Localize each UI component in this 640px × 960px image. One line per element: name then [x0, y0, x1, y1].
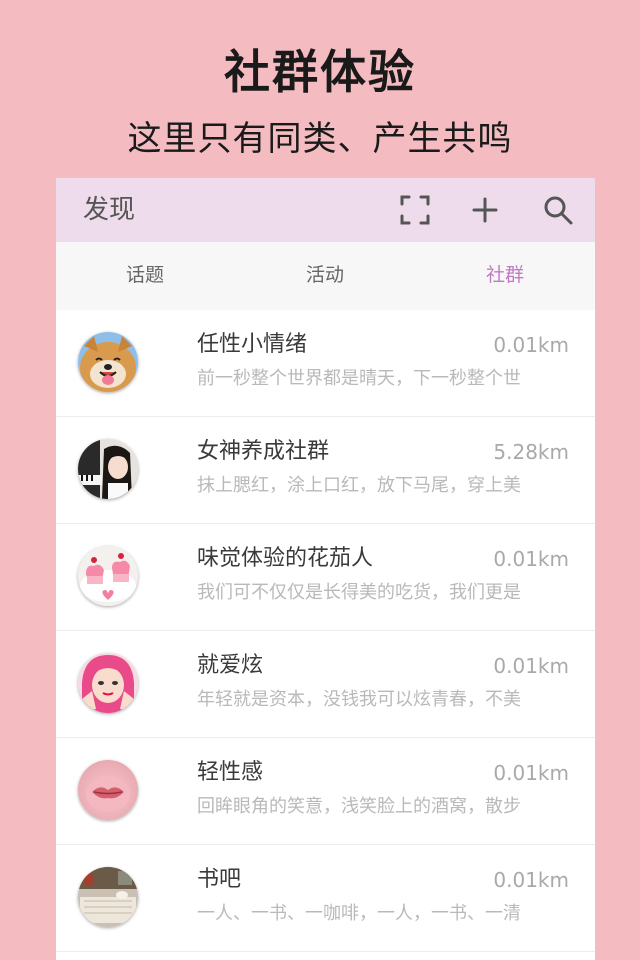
list-item[interactable]: 书吧 0.01km 一人、一书、一咖啡，一人，一书、一清: [56, 845, 595, 952]
heart-cakes-avatar: [78, 546, 138, 606]
community-name: 任性小情绪: [197, 332, 308, 357]
community-description: 抹上腮红，涂上口红，放下马尾，穿上美: [197, 475, 521, 496]
list-item[interactable]: 轻性感 0.01km 回眸眼角的笑意，浅笑脸上的酒窝，散步: [56, 738, 595, 845]
community-distance: 0.01km: [493, 333, 569, 357]
list-item[interactable]: 就爱炫 0.01km 年轻就是资本，没钱我可以炫青春，不美: [56, 631, 595, 738]
community-list: 任性小情绪 0.01km 前一秒整个世界都是晴天，下一秒整个世 女神养成社群 5…: [56, 310, 595, 960]
community-description: 年轻就是资本，没钱我可以炫青春，不美: [197, 689, 521, 710]
community-name: 书吧: [197, 867, 242, 892]
app-screen: 发现 话题 活动 社群 任性小情绪 0.01km 前一秒整个世界都是晴天，下一秒…: [56, 178, 595, 960]
community-distance: 0.01km: [493, 654, 569, 678]
tab-topics[interactable]: 话题: [75, 260, 215, 290]
promo-title: 社群体验: [224, 45, 416, 99]
community-distance: 0.01km: [493, 868, 569, 892]
search-icon[interactable]: [540, 192, 576, 228]
list-item[interactable]: 味觉体验的花茄人 0.01km 我们可不仅仅是长得美的吃货，我们更是: [56, 524, 595, 631]
shiba-dog-avatar: [78, 332, 138, 392]
lips-avatar: [78, 760, 138, 820]
community-description: 前一秒整个世界都是晴天，下一秒整个世: [197, 368, 521, 389]
plus-icon[interactable]: [467, 192, 503, 228]
community-distance: 5.28km: [493, 440, 569, 464]
community-name: 味觉体验的花茄人: [197, 546, 374, 571]
tab-events[interactable]: 活动: [255, 260, 395, 290]
page-title: 发现: [83, 195, 136, 225]
promo-subtitle: 这里只有同类、产生共鸣: [127, 119, 513, 159]
community-name: 轻性感: [197, 760, 264, 785]
community-distance: 0.01km: [493, 761, 569, 785]
pink-hair-girl-avatar: [78, 653, 138, 713]
promo-header: 社群体验 这里只有同类、产生共鸣: [0, 0, 640, 178]
community-description: 一人、一书、一咖啡，一人，一书、一清: [197, 903, 521, 924]
tab-communities[interactable]: 社群: [435, 260, 575, 290]
list-item[interactable]: 任性小情绪 0.01km 前一秒整个世界都是晴天，下一秒整个世: [56, 310, 595, 417]
community-name: 就爱炫: [197, 653, 264, 678]
community-description: 我们可不仅仅是长得美的吃货，我们更是: [197, 582, 521, 603]
tab-bar: 话题 活动 社群: [56, 242, 595, 310]
book-cafe-avatar: [78, 867, 138, 927]
top-bar: 发现: [56, 178, 595, 242]
community-distance: 0.01km: [493, 547, 569, 571]
scan-icon[interactable]: [397, 192, 433, 228]
community-name: 女神养成社群: [197, 439, 330, 464]
girl-piano-avatar: [78, 439, 138, 499]
list-item[interactable]: 女神养成社群 5.28km 抹上腮红，涂上口红，放下马尾，穿上美: [56, 417, 595, 524]
community-description: 回眸眼角的笑意，浅笑脸上的酒窝，散步: [197, 796, 521, 817]
